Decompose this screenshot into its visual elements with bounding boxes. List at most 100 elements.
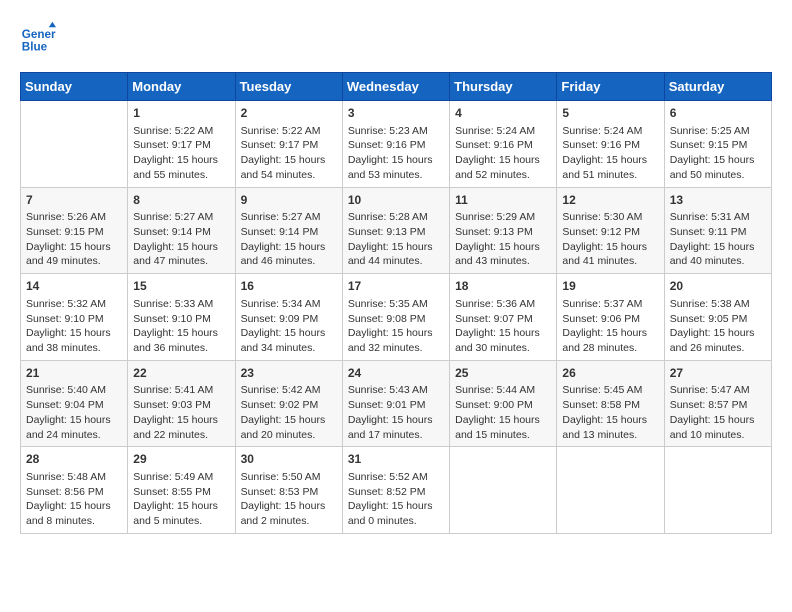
weekday-header-row: SundayMondayTuesdayWednesdayThursdayFrid… bbox=[21, 73, 772, 101]
day-info: Sunrise: 5:37 AMSunset: 9:06 PMDaylight:… bbox=[562, 297, 658, 356]
day-number: 8 bbox=[133, 192, 229, 209]
day-number: 4 bbox=[455, 105, 551, 122]
day-info: Sunrise: 5:49 AMSunset: 8:55 PMDaylight:… bbox=[133, 470, 229, 529]
day-number: 5 bbox=[562, 105, 658, 122]
calendar-cell bbox=[450, 447, 557, 534]
day-info: Sunrise: 5:27 AMSunset: 9:14 PMDaylight:… bbox=[133, 210, 229, 269]
calendar-cell: 15 Sunrise: 5:33 AMSunset: 9:10 PMDayligh… bbox=[128, 274, 235, 361]
day-info: Sunrise: 5:38 AMSunset: 9:05 PMDaylight:… bbox=[670, 297, 766, 356]
day-info: Sunrise: 5:44 AMSunset: 9:00 PMDaylight:… bbox=[455, 383, 551, 442]
calendar-cell: 19 Sunrise: 5:37 AMSunset: 9:06 PMDayligh… bbox=[557, 274, 664, 361]
day-number: 13 bbox=[670, 192, 766, 209]
week-row-2: 7Sunrise: 5:26 AMSunset: 9:15 PMDaylight… bbox=[21, 187, 772, 274]
calendar-cell: 20 Sunrise: 5:38 AMSunset: 9:05 PMDayligh… bbox=[664, 274, 771, 361]
calendar-cell: 31Sunrise: 5:52 AMSunset: 8:52 PMDayligh… bbox=[342, 447, 449, 534]
weekday-header-friday: Friday bbox=[557, 73, 664, 101]
day-info: Sunrise: 5:36 AMSunset: 9:07 PMDaylight:… bbox=[455, 297, 551, 356]
calendar-cell: 8Sunrise: 5:27 AMSunset: 9:14 PMDaylight… bbox=[128, 187, 235, 274]
day-info: Sunrise: 5:22 AMSunset: 9:17 PMDaylight:… bbox=[241, 124, 337, 183]
calendar-cell: 17 Sunrise: 5:35 AMSunset: 9:08 PMDayligh… bbox=[342, 274, 449, 361]
day-info: Sunrise: 5:47 AMSunset: 8:57 PMDaylight:… bbox=[670, 383, 766, 442]
weekday-header-sunday: Sunday bbox=[21, 73, 128, 101]
calendar-cell bbox=[664, 447, 771, 534]
day-info: Sunrise: 5:50 AMSunset: 8:53 PMDaylight:… bbox=[241, 470, 337, 529]
day-number: 2 bbox=[241, 105, 337, 122]
calendar-cell: 12Sunrise: 5:30 AMSunset: 9:12 PMDayligh… bbox=[557, 187, 664, 274]
day-info: Sunrise: 5:42 AMSunset: 9:02 PMDaylight:… bbox=[241, 383, 337, 442]
calendar-cell: 1Sunrise: 5:22 AMSunset: 9:17 PMDaylight… bbox=[128, 101, 235, 188]
calendar-cell: 22Sunrise: 5:41 AMSunset: 9:03 PMDayligh… bbox=[128, 360, 235, 447]
week-row-1: 1Sunrise: 5:22 AMSunset: 9:17 PMDaylight… bbox=[21, 101, 772, 188]
calendar-cell: 10Sunrise: 5:28 AMSunset: 9:13 PMDayligh… bbox=[342, 187, 449, 274]
calendar-cell: 23Sunrise: 5:42 AMSunset: 9:02 PMDayligh… bbox=[235, 360, 342, 447]
logo: General Blue bbox=[20, 20, 60, 56]
day-info: Sunrise: 5:32 AMSunset: 9:10 PMDaylight:… bbox=[26, 297, 122, 356]
calendar-cell: 11Sunrise: 5:29 AMSunset: 9:13 PMDayligh… bbox=[450, 187, 557, 274]
weekday-header-saturday: Saturday bbox=[664, 73, 771, 101]
calendar-cell: 26Sunrise: 5:45 AMSunset: 8:58 PMDayligh… bbox=[557, 360, 664, 447]
day-number: 24 bbox=[348, 365, 444, 382]
day-number: 29 bbox=[133, 451, 229, 468]
day-number: 12 bbox=[562, 192, 658, 209]
day-number: 14 bbox=[26, 278, 122, 295]
day-number: 10 bbox=[348, 192, 444, 209]
day-info: Sunrise: 5:34 AMSunset: 9:09 PMDaylight:… bbox=[241, 297, 337, 356]
calendar-cell: 27Sunrise: 5:47 AMSunset: 8:57 PMDayligh… bbox=[664, 360, 771, 447]
day-number: 25 bbox=[455, 365, 551, 382]
day-number: 9 bbox=[241, 192, 337, 209]
day-info: Sunrise: 5:24 AMSunset: 9:16 PMDaylight:… bbox=[455, 124, 551, 183]
page-header: General Blue bbox=[20, 20, 772, 56]
calendar-cell: 4 Sunrise: 5:24 AMSunset: 9:16 PMDaylight… bbox=[450, 101, 557, 188]
calendar-cell: 7Sunrise: 5:26 AMSunset: 9:15 PMDaylight… bbox=[21, 187, 128, 274]
calendar-cell: 6Sunrise: 5:25 AMSunset: 9:15 PMDaylight… bbox=[664, 101, 771, 188]
day-info: Sunrise: 5:24 AMSunset: 9:16 PMDaylight:… bbox=[562, 124, 658, 183]
day-info: Sunrise: 5:25 AMSunset: 9:15 PMDaylight:… bbox=[670, 124, 766, 183]
calendar-cell: 9Sunrise: 5:27 AMSunset: 9:14 PMDaylight… bbox=[235, 187, 342, 274]
day-number: 23 bbox=[241, 365, 337, 382]
day-number: 22 bbox=[133, 365, 229, 382]
calendar-cell: 5 Sunrise: 5:24 AMSunset: 9:16 PMDaylight… bbox=[557, 101, 664, 188]
day-info: Sunrise: 5:45 AMSunset: 8:58 PMDaylight:… bbox=[562, 383, 658, 442]
day-number: 21 bbox=[26, 365, 122, 382]
day-info: Sunrise: 5:26 AMSunset: 9:15 PMDaylight:… bbox=[26, 210, 122, 269]
day-info: Sunrise: 5:23 AMSunset: 9:16 PMDaylight:… bbox=[348, 124, 444, 183]
day-info: Sunrise: 5:22 AMSunset: 9:17 PMDaylight:… bbox=[133, 124, 229, 183]
day-number: 28 bbox=[26, 451, 122, 468]
week-row-3: 14 Sunrise: 5:32 AMSunset: 9:10 PMDayligh… bbox=[21, 274, 772, 361]
day-number: 19 bbox=[562, 278, 658, 295]
day-info: Sunrise: 5:33 AMSunset: 9:10 PMDaylight:… bbox=[133, 297, 229, 356]
day-number: 16 bbox=[241, 278, 337, 295]
day-number: 27 bbox=[670, 365, 766, 382]
day-number: 26 bbox=[562, 365, 658, 382]
svg-text:General: General bbox=[22, 28, 56, 41]
day-info: Sunrise: 5:31 AMSunset: 9:11 PMDaylight:… bbox=[670, 210, 766, 269]
day-info: Sunrise: 5:27 AMSunset: 9:14 PMDaylight:… bbox=[241, 210, 337, 269]
calendar-table: SundayMondayTuesdayWednesdayThursdayFrid… bbox=[20, 72, 772, 534]
day-number: 18 bbox=[455, 278, 551, 295]
day-info: Sunrise: 5:29 AMSunset: 9:13 PMDaylight:… bbox=[455, 210, 551, 269]
calendar-cell: 18 Sunrise: 5:36 AMSunset: 9:07 PMDayligh… bbox=[450, 274, 557, 361]
day-number: 3 bbox=[348, 105, 444, 122]
weekday-header-wednesday: Wednesday bbox=[342, 73, 449, 101]
calendar-cell: 21Sunrise: 5:40 AMSunset: 9:04 PMDayligh… bbox=[21, 360, 128, 447]
day-info: Sunrise: 5:43 AMSunset: 9:01 PMDaylight:… bbox=[348, 383, 444, 442]
weekday-header-monday: Monday bbox=[128, 73, 235, 101]
calendar-cell: 2 Sunrise: 5:22 AMSunset: 9:17 PMDaylight… bbox=[235, 101, 342, 188]
calendar-cell: 28Sunrise: 5:48 AMSunset: 8:56 PMDayligh… bbox=[21, 447, 128, 534]
weekday-header-thursday: Thursday bbox=[450, 73, 557, 101]
calendar-cell: 3 Sunrise: 5:23 AMSunset: 9:16 PMDaylight… bbox=[342, 101, 449, 188]
day-info: Sunrise: 5:35 AMSunset: 9:08 PMDaylight:… bbox=[348, 297, 444, 356]
day-number: 30 bbox=[241, 451, 337, 468]
svg-text:Blue: Blue bbox=[22, 41, 48, 54]
day-number: 15 bbox=[133, 278, 229, 295]
calendar-cell: 24Sunrise: 5:43 AMSunset: 9:01 PMDayligh… bbox=[342, 360, 449, 447]
day-number: 7 bbox=[26, 192, 122, 209]
day-number: 17 bbox=[348, 278, 444, 295]
calendar-cell: 14 Sunrise: 5:32 AMSunset: 9:10 PMDayligh… bbox=[21, 274, 128, 361]
day-number: 20 bbox=[670, 278, 766, 295]
day-number: 31 bbox=[348, 451, 444, 468]
week-row-5: 28Sunrise: 5:48 AMSunset: 8:56 PMDayligh… bbox=[21, 447, 772, 534]
weekday-header-tuesday: Tuesday bbox=[235, 73, 342, 101]
calendar-cell: 13Sunrise: 5:31 AMSunset: 9:11 PMDayligh… bbox=[664, 187, 771, 274]
day-info: Sunrise: 5:28 AMSunset: 9:13 PMDaylight:… bbox=[348, 210, 444, 269]
